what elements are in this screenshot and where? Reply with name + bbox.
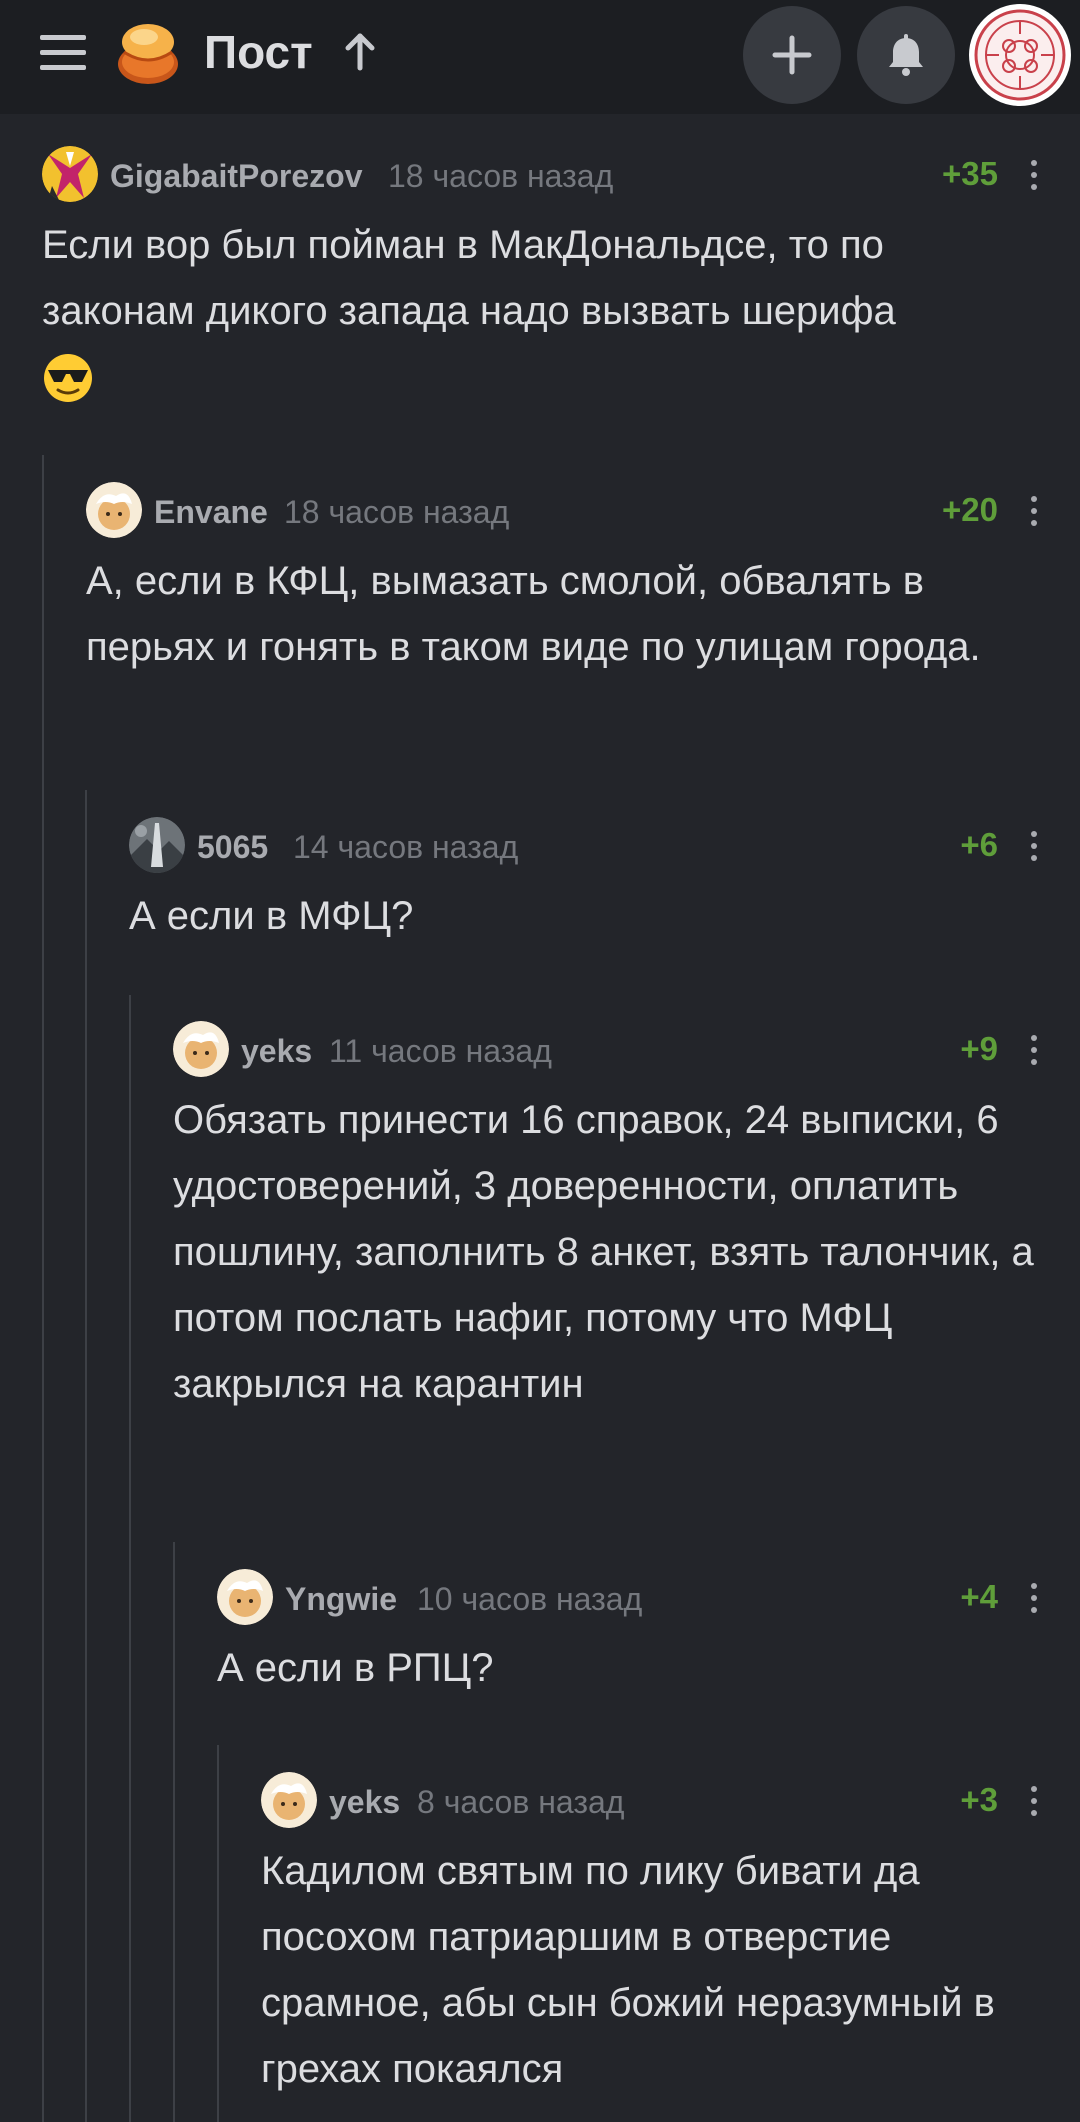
comment-header: Yngwie 10 часов назад +4 [217,1569,1080,1625]
page-title: Пост [204,26,313,78]
thread-line[interactable] [42,455,44,2122]
comment: GigabaitPorezov 18 часов назад +35 Если … [42,146,1080,410]
timestamp[interactable]: 11 часов назад [329,1033,552,1069]
thread-line[interactable] [217,1745,219,2122]
plus-icon [772,35,812,75]
more-options-icon[interactable] [1030,160,1038,190]
more-options-icon[interactable] [1030,831,1038,861]
arrow-up-icon[interactable] [342,32,378,72]
timestamp[interactable]: 18 часов назад [284,494,509,530]
comment-header: yeks 8 часов назад +3 [261,1772,1080,1828]
more-options-icon[interactable] [1030,496,1038,526]
notifications-button[interactable] [857,6,955,104]
add-post-button[interactable] [743,6,841,104]
rating[interactable]: +35 [942,156,998,192]
thread-line[interactable] [129,995,131,2122]
comment-text: А если в МФЦ? [129,894,414,938]
comment-header: Envane 18 часов назад +20 [86,482,1080,538]
thread-line[interactable] [85,790,87,2122]
thread-line[interactable] [173,1542,175,2122]
rating[interactable]: +4 [960,1579,998,1615]
profile-avatar[interactable] [969,4,1071,106]
pikabu-logo[interactable] [108,12,188,92]
username[interactable]: yeks [329,1784,400,1820]
top-app-bar: Пост [0,0,1080,114]
more-options-icon[interactable] [1030,1786,1038,1816]
comment-text: Обязать принести 16 справок, 24 выписки,… [173,1098,1034,1406]
timestamp[interactable]: 18 часов назад [388,158,613,194]
timestamp[interactable]: 14 часов назад [293,829,518,865]
comment-header: 5065 14 часов назад +6 [129,817,1080,873]
rating[interactable]: +3 [960,1782,998,1818]
comment-header: GigabaitPorezov 18 часов назад +35 [42,146,1080,202]
more-options-icon[interactable] [1030,1035,1038,1065]
more-options-icon[interactable] [1030,1583,1038,1613]
avatar[interactable] [86,482,142,538]
bell-icon [889,34,923,76]
sunglasses-emoji [42,352,94,404]
timestamp[interactable]: 8 часов назад [417,1784,624,1820]
comment: yeks 11 часов назад +9 Обязать принести … [173,1021,1080,1417]
comment-text: Кадилом святым по лику бивати да посохом… [261,1849,995,2091]
avatar[interactable] [261,1772,317,1828]
rating[interactable]: +20 [942,492,998,528]
username[interactable]: Yngwie [285,1581,397,1617]
avatar[interactable] [42,146,98,202]
comment-text: А если в РПЦ? [217,1646,494,1690]
timestamp[interactable]: 10 часов назад [417,1581,642,1617]
avatar[interactable] [217,1569,273,1625]
comment: yeks 8 часов назад +3 Кадилом святым по … [261,1772,1080,2102]
username[interactable]: yeks [241,1033,312,1069]
comment: Yngwie 10 часов назад +4 А если в РПЦ? [217,1569,1080,1701]
comment-text: А, если в КФЦ, вымазать смолой, обвалять… [86,559,981,669]
avatar[interactable] [173,1021,229,1077]
username[interactable]: Envane [154,494,268,530]
rating[interactable]: +6 [960,827,998,863]
username[interactable]: GigabaitPorezov [110,158,363,194]
comment-text: Если вор был пойман в МакДональдсе, то п… [42,212,1080,410]
rating[interactable]: +9 [960,1031,998,1067]
comment: Envane 18 часов назад +20 А, если в КФЦ,… [86,482,1080,680]
comment-header: yeks 11 часов назад +9 [173,1021,1080,1077]
comment: 5065 14 часов назад +6 А если в МФЦ? [129,817,1080,949]
hamburger-menu-icon[interactable] [40,33,86,73]
username[interactable]: 5065 [197,829,268,865]
avatar[interactable] [129,817,185,873]
